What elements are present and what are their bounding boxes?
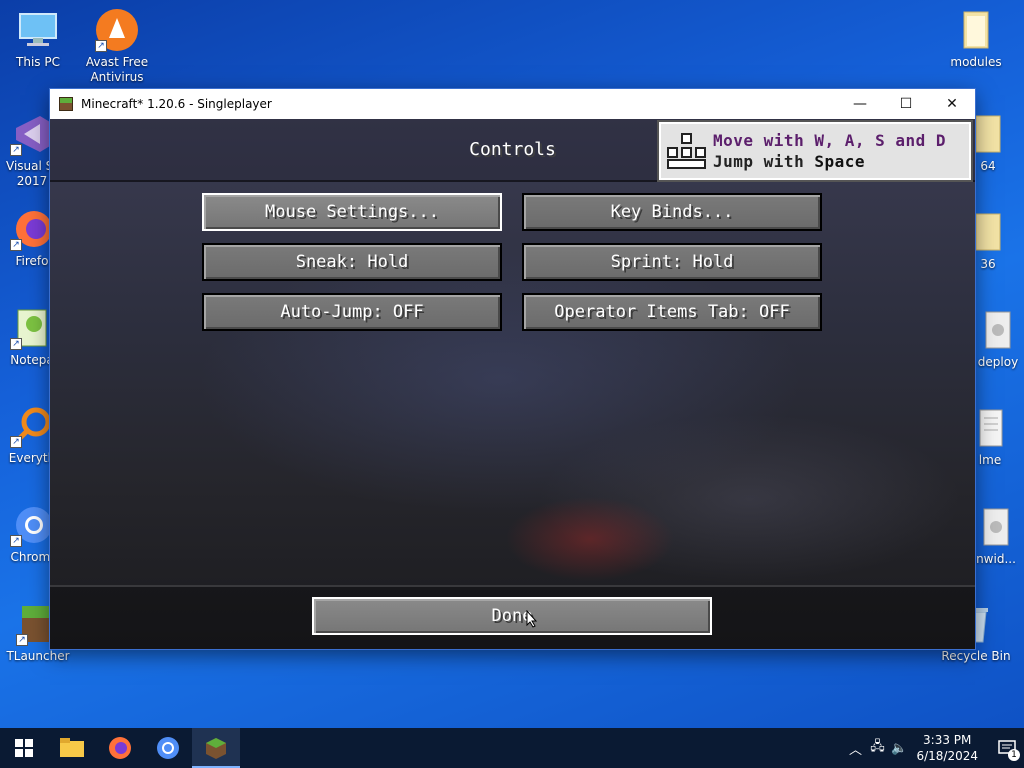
minimize-button[interactable]: —: [837, 89, 883, 119]
file-icon: [976, 308, 1020, 352]
firefox-icon: [109, 737, 131, 759]
keyboard-keys-icon: [667, 133, 707, 169]
done-button[interactable]: Done: [312, 597, 712, 635]
desktop-icon-label: Recycle Bin: [941, 649, 1011, 663]
start-button[interactable]: [0, 728, 48, 768]
notepad-icon: ↗: [10, 306, 54, 350]
toast-text: Move with W, A, S and D Jump with Space: [713, 130, 946, 172]
toast-line-move: Move with W, A, S and D: [713, 130, 946, 151]
screen-header: Controls Move with W, A, S and D Jump wi…: [50, 119, 975, 182]
everything-search-icon: ↗: [10, 404, 54, 448]
screen-footer: Done: [50, 585, 975, 649]
volume-muted-icon[interactable]: 🔈: [888, 741, 910, 756]
chromium-icon: [157, 737, 179, 759]
toast-jump-key: Space: [814, 152, 865, 171]
minecraft-window: Minecraft* 1.20.6 - Singleplayer — ☐ ✕ C…: [50, 89, 975, 649]
operator-items-tab-toggle-button[interactable]: Operator Items Tab: OFF: [522, 293, 822, 331]
mouse-cursor-icon: [526, 610, 538, 628]
shortcut-arrow-icon: ↗: [95, 40, 107, 52]
action-center-button[interactable]: 1: [990, 728, 1024, 768]
game-viewport: Controls Move with W, A, S and D Jump wi…: [50, 119, 975, 649]
desktop-icon-label: modules: [950, 55, 1002, 69]
shortcut-arrow-icon: ↗: [16, 634, 28, 646]
toast-move-prefix: Move with: [713, 131, 815, 150]
minecraft-icon: [206, 738, 226, 759]
show-hidden-icons-chevron-icon[interactable]: ︿: [844, 739, 866, 758]
toast-line-jump: Jump with Space: [713, 151, 946, 172]
folder-icon: [954, 8, 998, 52]
minecraft-app-icon: [59, 97, 73, 111]
toast-move-keys: W, A, S and D: [814, 131, 947, 150]
taskbar-file-explorer[interactable]: [48, 728, 96, 768]
chromium-icon: ↗: [10, 503, 54, 547]
close-button[interactable]: ✕: [929, 89, 975, 119]
shortcut-arrow-icon: ↗: [10, 338, 22, 350]
mouse-settings-button[interactable]: Mouse Settings...: [202, 193, 502, 231]
desktop-icon-label: This PC: [16, 55, 60, 69]
toast-jump-prefix: Jump with: [713, 152, 815, 171]
start-icon: [15, 739, 33, 757]
tutorial-toast: Move with W, A, S and D Jump with Space: [657, 120, 973, 182]
desktop-icon-label: Avast Free Antivirus: [85, 55, 149, 84]
auto-jump-toggle-button[interactable]: Auto-Jump: OFF: [202, 293, 502, 331]
file-icon: [974, 505, 1018, 549]
desktop-icon-this-pc[interactable]: This PC: [0, 8, 76, 70]
taskbar: ︿ 🖧 🔈 3:33 PM 6/18/2024 1: [0, 728, 1024, 768]
avast-icon: ↗: [95, 8, 139, 52]
this-pc-icon: [16, 8, 60, 52]
desktop-icon-modules[interactable]: modules: [938, 8, 1014, 70]
taskbar-firefox[interactable]: [96, 728, 144, 768]
desktop-icon-label: TLauncher: [6, 649, 70, 663]
window-titlebar[interactable]: Minecraft* 1.20.6 - Singleplayer — ☐ ✕: [50, 89, 975, 119]
sprint-toggle-button[interactable]: Sprint: Hold: [522, 243, 822, 281]
maximize-button[interactable]: ☐: [883, 89, 929, 119]
taskbar-clock[interactable]: 3:33 PM 6/18/2024: [916, 732, 978, 764]
sneak-toggle-button[interactable]: Sneak: Hold: [202, 243, 502, 281]
firefox-icon: ↗: [10, 207, 54, 251]
clock-date: 6/18/2024: [916, 749, 978, 763]
notification-count-badge: 1: [1008, 749, 1020, 761]
network-icon[interactable]: 🖧: [866, 737, 888, 759]
window-title: Minecraft* 1.20.6 - Singleplayer: [81, 97, 272, 111]
visual-studio-icon: ↗: [10, 112, 54, 156]
shortcut-arrow-icon: ↗: [10, 239, 22, 251]
taskbar-minecraft[interactable]: [192, 728, 240, 768]
key-binds-button[interactable]: Key Binds...: [522, 193, 822, 231]
clock-time: 3:33 PM: [923, 733, 972, 747]
taskbar-chromium[interactable]: [144, 728, 192, 768]
shortcut-arrow-icon: ↗: [10, 144, 22, 156]
system-tray: ︿ 🖧 🔈 3:33 PM 6/18/2024 1: [844, 728, 1024, 768]
desktop-icon-avast[interactable]: ↗ Avast Free Antivirus: [79, 8, 155, 85]
shortcut-arrow-icon: ↗: [10, 436, 22, 448]
file-explorer-icon: [60, 738, 84, 757]
shortcut-arrow-icon: ↗: [10, 535, 22, 547]
